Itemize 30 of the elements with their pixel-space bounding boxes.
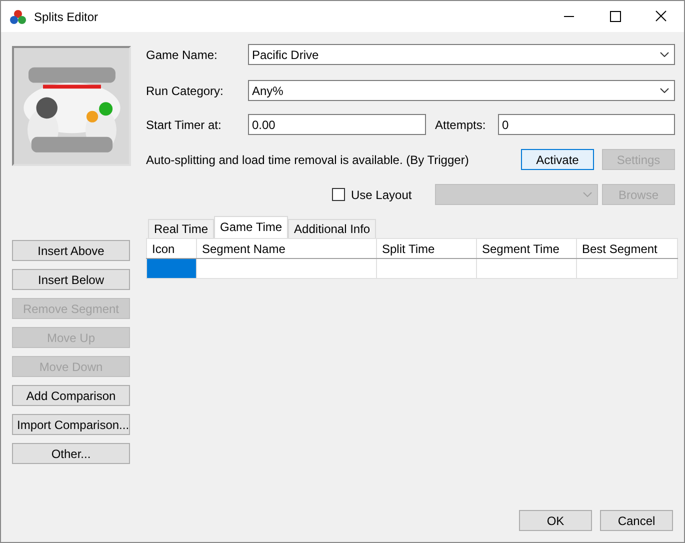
side-button[interactable]: Other... — [12, 443, 130, 464]
attempts-field[interactable]: 0 — [498, 114, 675, 135]
run-category-dropdown[interactable]: Any% — [248, 80, 675, 101]
start-timer-field[interactable]: 0.00 — [248, 114, 426, 135]
field-label: Game Name: — [146, 48, 218, 62]
app-icon — [10, 8, 26, 24]
side-button[interactable]: Import Comparison... — [12, 414, 130, 435]
autosplit-message: Auto-splitting and load time removal is available. (By Trigger) — [146, 152, 470, 166]
use-layout-checkbox[interactable] — [332, 188, 345, 201]
column-header[interactable]: Segment Time — [476, 238, 576, 258]
tab[interactable]: Real Time — [148, 219, 214, 238]
dialog-button[interactable]: Cancel — [600, 510, 673, 531]
window-title: Splits Editor — [34, 10, 98, 24]
table-cell[interactable] — [146, 258, 196, 278]
column-header[interactable]: Split Time — [376, 238, 476, 258]
side-button[interactable]: Add Comparison — [12, 385, 130, 406]
checkbox-label: Use Layout — [351, 188, 413, 202]
tab[interactable]: Game Time — [214, 216, 288, 238]
tab[interactable]: Additional Info — [288, 219, 376, 238]
column-header[interactable]: Best Segment — [576, 238, 678, 258]
field-label: Run Category: — [146, 84, 224, 98]
field-label: Start Timer at: — [146, 118, 222, 132]
side-button[interactable]: Insert Below — [12, 269, 130, 290]
field-label: Attempts: — [435, 118, 487, 132]
column-header[interactable]: Segment Name — [196, 238, 376, 258]
side-button[interactable]: Insert Above — [12, 240, 130, 261]
game-name-dropdown[interactable]: Pacific Drive — [248, 44, 675, 65]
autosplit-button[interactable]: Activate — [521, 149, 594, 170]
dialog-button[interactable]: OK — [519, 510, 592, 531]
column-header[interactable]: Icon — [146, 238, 196, 258]
